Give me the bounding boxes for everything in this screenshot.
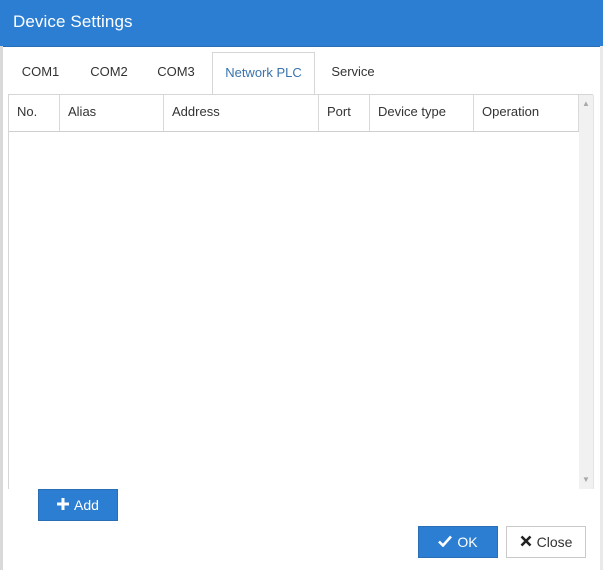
tab-com1[interactable]: COM1 bbox=[8, 52, 73, 94]
tab-com3[interactable]: COM3 bbox=[145, 52, 207, 94]
column-header-port[interactable]: Port bbox=[319, 95, 370, 131]
column-header-operation[interactable]: Operation bbox=[474, 95, 579, 131]
close-button[interactable]: Close bbox=[506, 526, 586, 558]
plus-icon bbox=[57, 497, 70, 513]
add-button-label: Add bbox=[74, 497, 99, 513]
dialog-titlebar: Device Settings bbox=[0, 0, 603, 47]
column-header-device-type[interactable]: Device type bbox=[370, 95, 474, 131]
table-vertical-scrollbar[interactable]: ▲ ▼ bbox=[579, 95, 593, 489]
column-header-alias[interactable]: Alias bbox=[60, 95, 164, 131]
dialog-title: Device Settings bbox=[13, 12, 133, 31]
tab-bar: COM1 COM2 COM3 Network PLC Service bbox=[8, 52, 598, 95]
dialog-left-edge bbox=[0, 46, 3, 570]
add-button[interactable]: Add bbox=[38, 489, 118, 521]
ok-button[interactable]: OK bbox=[418, 526, 498, 558]
device-settings-dialog: Device Settings COM1 COM2 COM3 Network P… bbox=[0, 0, 603, 570]
scroll-down-arrow-icon[interactable]: ▼ bbox=[581, 475, 591, 485]
tab-com2[interactable]: COM2 bbox=[76, 52, 142, 94]
ok-button-label: OK bbox=[457, 534, 478, 550]
column-header-no[interactable]: No. bbox=[9, 95, 60, 131]
check-icon bbox=[438, 534, 453, 550]
column-header-address[interactable]: Address bbox=[164, 95, 319, 131]
scroll-up-arrow-icon[interactable]: ▲ bbox=[581, 99, 591, 109]
x-icon bbox=[520, 534, 532, 550]
tab-network-plc[interactable]: Network PLC bbox=[212, 52, 315, 95]
device-table: No. Alias Address Port Device type Opera… bbox=[8, 95, 594, 489]
tab-service[interactable]: Service bbox=[318, 52, 388, 94]
table-header: No. Alias Address Port Device type Opera… bbox=[9, 95, 579, 132]
close-button-label: Close bbox=[536, 534, 573, 550]
